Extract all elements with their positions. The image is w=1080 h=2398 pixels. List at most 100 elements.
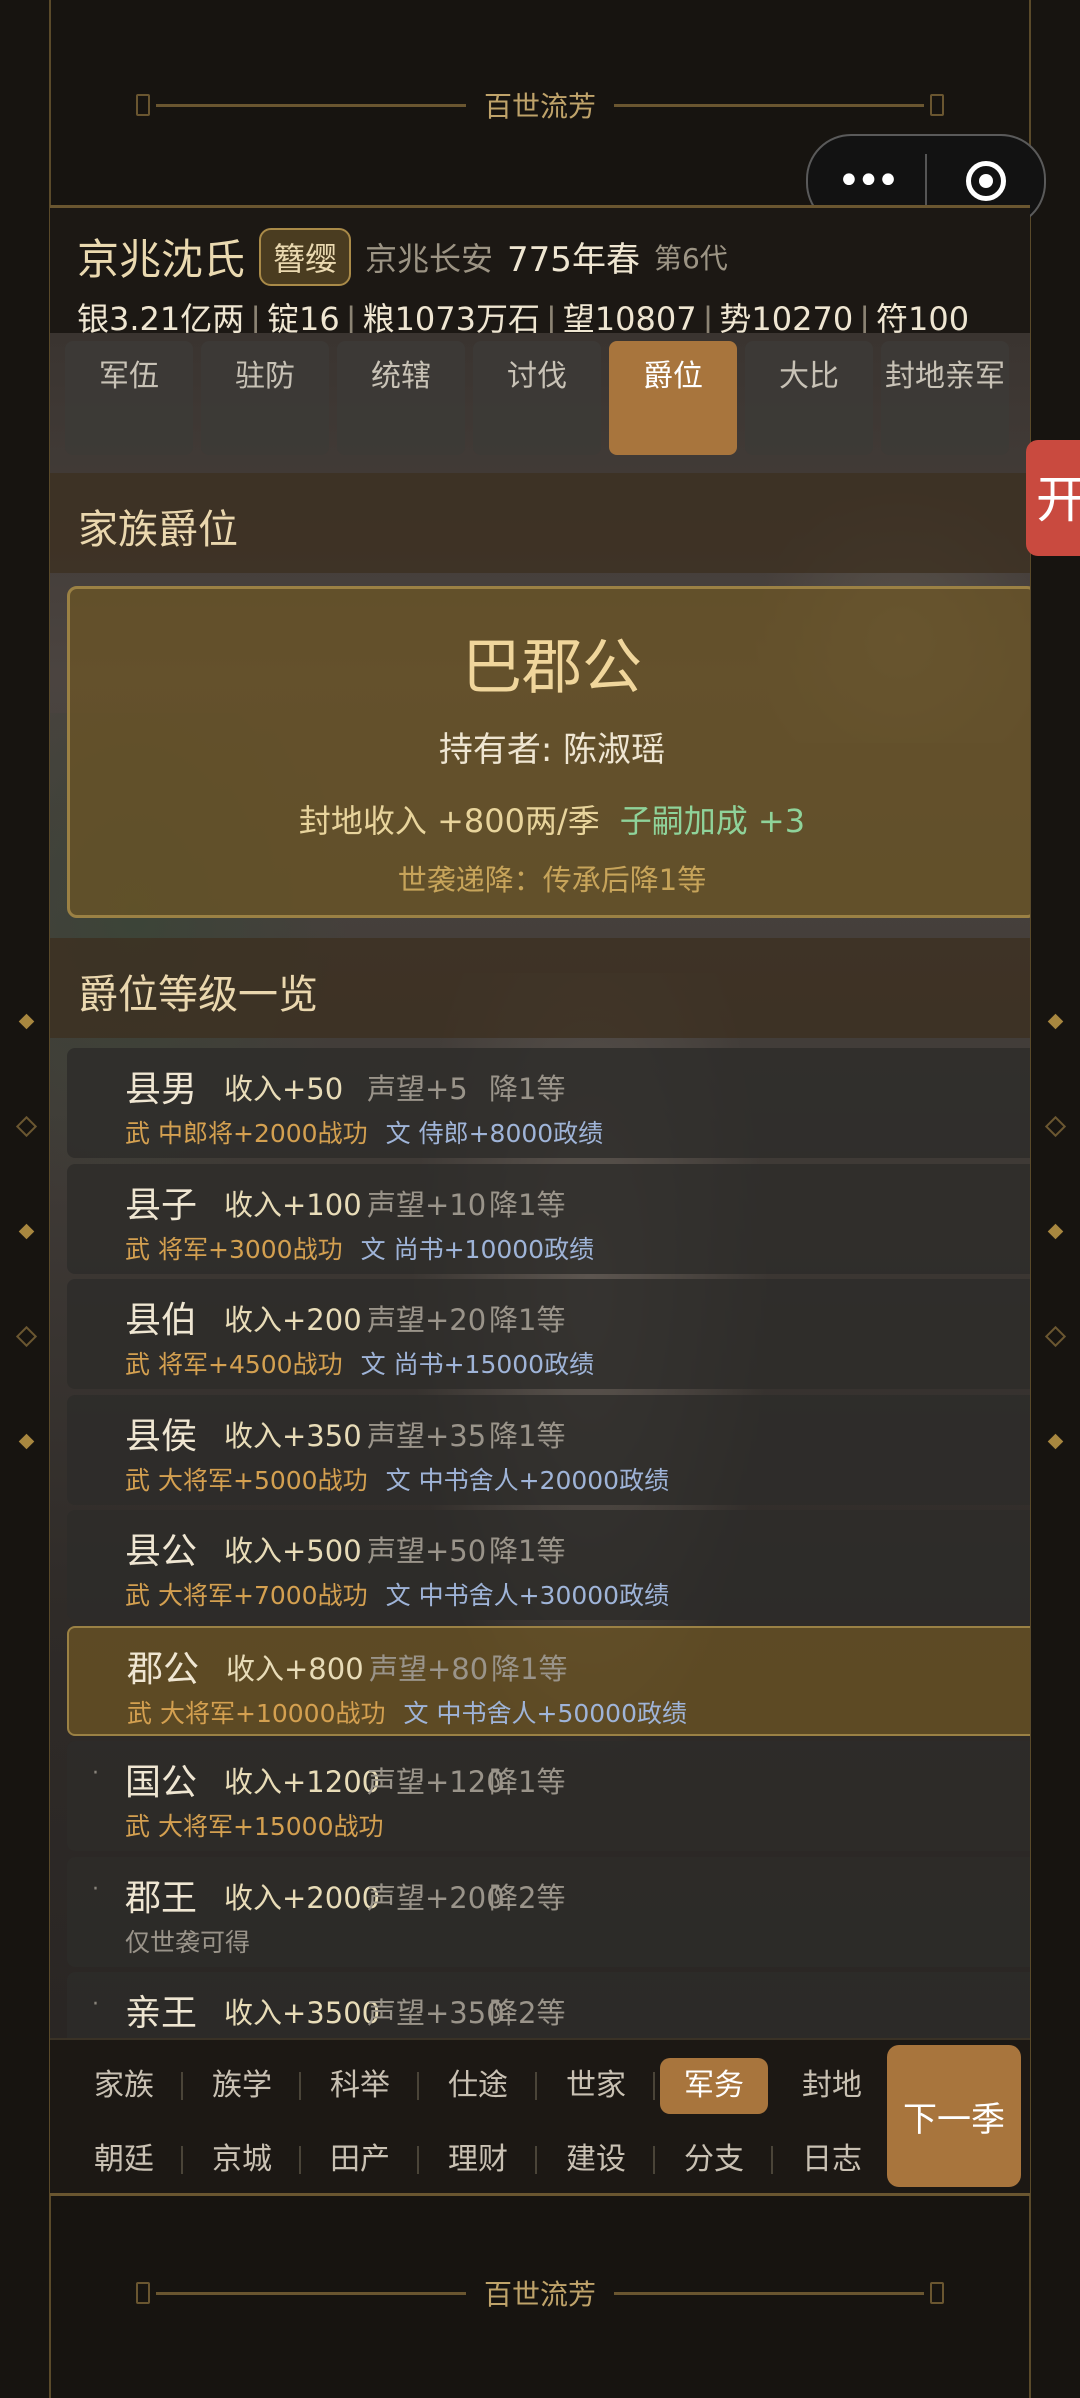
- rank-name: 郡王: [125, 1878, 198, 1919]
- nav-item-nav_row2-5[interactable]: 分支: [655, 2132, 773, 2188]
- content-area: 军伍 驻防 统辖 讨伐 爵位 大比 封地亲军 家族爵位 巴郡公 持有者: 陈淑瑶 封地收入 …: [50, 333, 1030, 2038]
- rank-requirements: 武中郎将+2000战功文侍郎+8000政绩: [125, 1114, 603, 1150]
- military-requirement: 大将军+10000战功: [160, 1699, 386, 1728]
- more-dots-icon[interactable]: •••: [808, 161, 925, 201]
- tab-6[interactable]: 封地亲军: [881, 341, 1009, 455]
- rank-income: 收入+50: [224, 1072, 344, 1106]
- rank-row: · 郡王 收入+2000 声望+200 降2等 仅世袭可得: [67, 1857, 1030, 1967]
- clan-badge: 簪缨: [259, 227, 352, 286]
- bottom-banner: 百世流芳: [130, 2273, 950, 2313]
- tab-1[interactable]: 驻防: [201, 341, 329, 455]
- nav-item-nav_row2-2[interactable]: 田产: [301, 2132, 419, 2188]
- rank-name: 县公: [125, 1531, 198, 1572]
- tab-2[interactable]: 统辖: [337, 341, 465, 455]
- nav-item-nav_row2-4[interactable]: 建设: [537, 2132, 655, 2188]
- rank-reputation: 声望+5: [367, 1072, 468, 1106]
- right-decoration: [1040, 970, 1070, 1493]
- rank-row: 县侯 收入+350 声望+35 降1等武大将军+5000战功文中书舍人+20000政绩: [67, 1395, 1030, 1505]
- rank-decline: 降2等: [489, 1881, 566, 1915]
- military-requirement: 中郎将+2000战功: [158, 1119, 368, 1148]
- rank-decline: 降1等: [489, 1765, 566, 1799]
- rank-income: 收入+800: [226, 1652, 364, 1686]
- tab-0[interactable]: 军伍: [65, 341, 193, 455]
- nav-item-nav_row2-0[interactable]: 朝廷: [65, 2132, 183, 2188]
- rank-row: 郡公 收入+800 声望+80 降1等武大将军+10000战功文中书舍人+50000政…: [67, 1626, 1030, 1736]
- family-title-card: 巴郡公 持有者: 陈淑瑶 封地收入 +800两/季 子嗣加成 +3 世袭递降：传承…: [67, 586, 1030, 918]
- nav-item-nav_row2-6[interactable]: 日志: [773, 2132, 891, 2188]
- rank-row: 县男 收入+50 声望+5 降1等武中郎将+2000战功文侍郎+8000政绩: [67, 1048, 1030, 1158]
- civil-requirement: 中书舍人+30000政绩: [418, 1581, 670, 1610]
- family-title-header: 家族爵位: [50, 473, 1030, 573]
- rank-income: 收入+2000: [224, 1881, 381, 1915]
- row-bullet: ·: [92, 1761, 99, 1786]
- next-season-button[interactable]: 下一季: [887, 2045, 1021, 2187]
- tab-3[interactable]: 讨伐: [473, 341, 601, 455]
- row-bullet: ·: [92, 1992, 99, 2017]
- side-open-tab[interactable]: 开: [1026, 440, 1080, 556]
- rank-name: 亲王: [125, 1993, 198, 2034]
- tab-4[interactable]: 爵位: [609, 341, 737, 455]
- civil-tag: 文: [360, 1350, 386, 1379]
- rank-requirements: 仅世袭可得: [125, 1923, 250, 1959]
- military-requirement: 大将军+15000战功: [158, 1812, 384, 1841]
- row-bullet: ·: [92, 1877, 99, 1902]
- fief-income: 封地收入 +800两/季: [298, 802, 600, 840]
- title-holder: 持有者: 陈淑瑶: [438, 730, 666, 770]
- rank-requirements: 武大将军+15000战功: [125, 1807, 384, 1843]
- rank-name: 县伯: [125, 1300, 198, 1341]
- civil-tag: 文: [385, 1581, 411, 1610]
- rank-reputation: 声望+350: [367, 1996, 505, 2030]
- rank-income: 收入+200: [224, 1303, 362, 1337]
- rank-reputation: 声望+50: [367, 1534, 487, 1568]
- military-tag: 武: [125, 1235, 151, 1264]
- rank-reputation: 声望+80: [369, 1652, 489, 1686]
- heir-bonus: 子嗣加成 +3: [619, 802, 806, 840]
- rank-requirements: 武大将军+5000战功文中书舍人+20000政绩: [125, 1461, 669, 1497]
- banner-text-bottom: 百世流芳: [484, 2278, 597, 2311]
- rank-decline: 降1等: [489, 1303, 566, 1337]
- rank-decline: 降2等: [489, 1996, 566, 2030]
- rank-name: 县子: [125, 1185, 198, 1226]
- rank-income: 收入+1200: [224, 1765, 381, 1799]
- rank-name: 县侯: [125, 1416, 198, 1457]
- civil-requirement: 中书舍人+20000政绩: [418, 1466, 670, 1495]
- target-close-icon[interactable]: [927, 161, 1044, 201]
- sub-tabs: 军伍 驻防 统辖 讨伐 爵位 大比 封地亲军: [65, 341, 1009, 455]
- status-header: 京兆沈氏 簪缨 京兆长安 775年春 第6代 银3.21亿两 | 锭16 | 粮1073…: [50, 208, 1030, 338]
- military-tag: 武: [125, 1581, 151, 1610]
- civil-requirement: 侍郎+8000政绩: [418, 1119, 604, 1148]
- rank-decline: 降1等: [489, 1419, 566, 1453]
- rank-row: · 国公 收入+1200 声望+120 降1等武大将军+15000战功: [67, 1741, 1030, 1851]
- generation: 第6代: [653, 241, 728, 275]
- rank-requirements: 武大将军+10000战功文中书舍人+50000政绩: [127, 1694, 687, 1730]
- rank-name: 县男: [125, 1069, 198, 1110]
- tab-5[interactable]: 大比: [745, 341, 873, 455]
- nav-item-nav_row1-4[interactable]: 世家: [537, 2058, 655, 2114]
- rank-name: 国公: [125, 1762, 198, 1803]
- year: 775年春: [507, 240, 640, 280]
- rank-reputation: 声望+120: [367, 1765, 505, 1799]
- nav-item-nav_row1-5[interactable]: 军务: [660, 2058, 768, 2114]
- nav-item-nav_row1-0[interactable]: 家族: [65, 2058, 183, 2114]
- nav-item-nav_row1-6[interactable]: 封地: [773, 2058, 891, 2114]
- rank-requirements: 武大将军+7000战功文中书舍人+30000政绩: [125, 1576, 669, 1612]
- inheritance-decline: 世袭递降：传承后降1等: [397, 863, 707, 897]
- nav-item-nav_row2-1[interactable]: 京城: [183, 2132, 301, 2188]
- military-requirement: 将军+3000战功: [158, 1235, 343, 1264]
- military-tag: 武: [127, 1699, 153, 1728]
- rank-reputation: 声望+35: [367, 1419, 487, 1453]
- civil-tag: 文: [385, 1119, 411, 1148]
- nav-item-nav_row1-2[interactable]: 科举: [301, 2058, 419, 2114]
- rank-row: 县公 收入+500 声望+50 降1等武大将军+7000战功文中书舍人+30000政绩: [67, 1510, 1030, 1620]
- rank-name: 郡公: [127, 1649, 200, 1690]
- nav-item-nav_row2-3[interactable]: 理财: [419, 2132, 537, 2188]
- nav-item-nav_row1-3[interactable]: 仕途: [419, 2058, 537, 2114]
- inherit-only-note: 仅世袭可得: [125, 1928, 251, 1957]
- rank-reputation: 声望+20: [367, 1303, 487, 1337]
- rank-decline: 降1等: [489, 1072, 566, 1106]
- rank-row: 县伯 收入+200 声望+20 降1等武将军+4500战功文尚书+15000政绩: [67, 1279, 1030, 1389]
- nav-item-nav_row1-1[interactable]: 族学: [183, 2058, 301, 2114]
- rank-reputation: 声望+10: [367, 1188, 487, 1222]
- military-requirement: 大将军+7000战功: [158, 1581, 368, 1610]
- clan-name: 京兆沈氏: [77, 235, 246, 284]
